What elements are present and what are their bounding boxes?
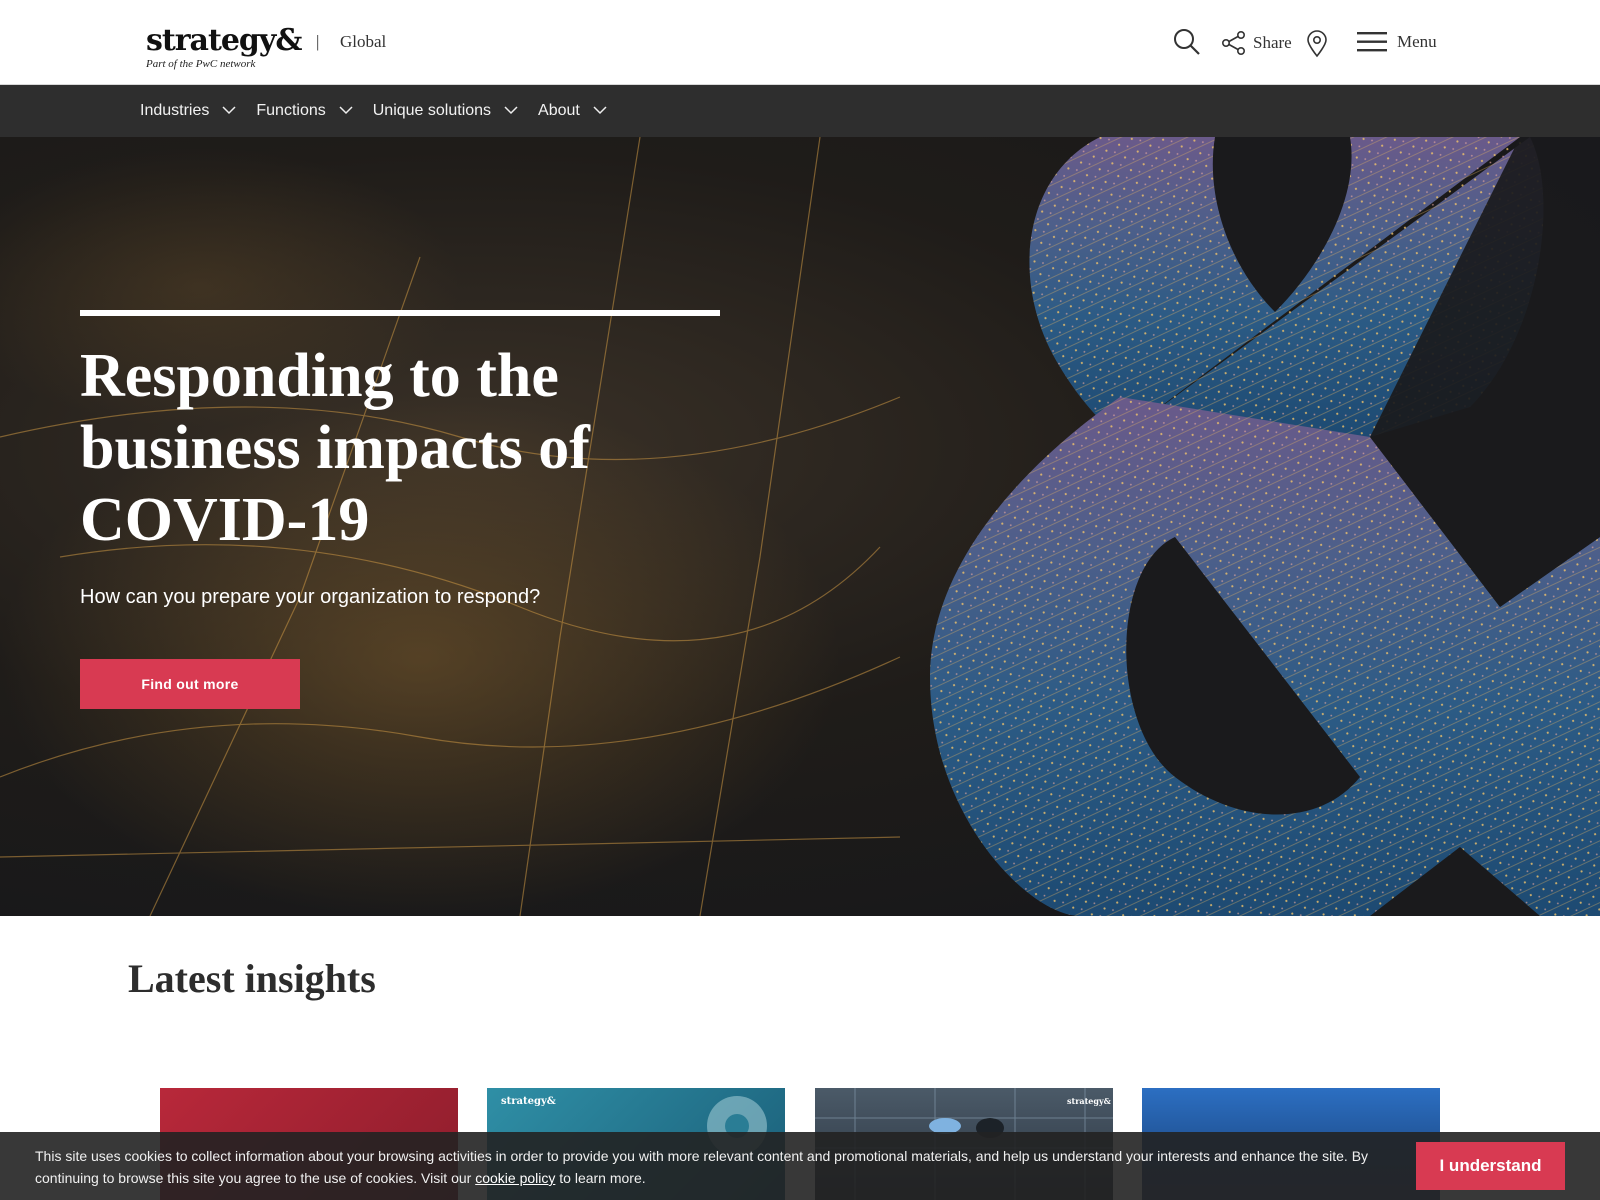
menu-label: Menu	[1397, 32, 1437, 51]
search-icon	[1173, 28, 1201, 56]
region-selector[interactable]: Global	[340, 32, 386, 52]
cookie-text-after: to learn more.	[555, 1170, 646, 1186]
nav-item-industries[interactable]: Industries	[140, 102, 236, 120]
nav-item-about[interactable]: About	[538, 102, 607, 120]
location-pin-icon	[1306, 30, 1328, 58]
chevron-down-icon	[209, 102, 236, 120]
site-header: strategy& Part of the PwC network | Glob…	[0, 0, 1600, 85]
share-button[interactable]: Share	[1221, 30, 1292, 56]
latest-insights-heading: Latest insights	[128, 956, 376, 1001]
hamburger-icon	[1357, 30, 1387, 54]
strategy-and-logo[interactable]: strategy& Part of the PwC network	[146, 23, 306, 71]
nav-item-unique-solutions[interactable]: Unique solutions	[373, 102, 518, 120]
hero-banner: Responding to the business impacts of CO…	[0, 137, 1600, 916]
logo-wordmark: strategy&	[146, 23, 302, 58]
nav-item-label: Functions	[256, 102, 326, 119]
hero-title: Responding to the business impacts of CO…	[80, 342, 590, 554]
cookie-accept-button[interactable]: I understand	[1416, 1142, 1565, 1190]
chevron-down-icon	[326, 102, 353, 120]
primary-nav: Industries Functions Unique solutions Ab…	[0, 85, 1600, 137]
find-out-more-button[interactable]: Find out more	[80, 659, 300, 709]
hero-content: Responding to the business impacts of CO…	[80, 310, 720, 709]
chevron-down-icon	[491, 102, 518, 120]
menu-button[interactable]: Menu	[1357, 30, 1437, 54]
chevron-down-icon	[580, 102, 607, 120]
location-button[interactable]	[1306, 30, 1328, 58]
search-button[interactable]	[1173, 28, 1201, 56]
nav-item-functions[interactable]: Functions	[256, 102, 353, 120]
cookie-policy-link[interactable]: cookie policy	[475, 1170, 555, 1186]
share-label: Share	[1253, 33, 1292, 52]
card-logo: strategy&	[501, 1096, 556, 1107]
share-icon	[1221, 30, 1247, 56]
hero-subtitle: How can you prepare your organization to…	[80, 586, 541, 608]
header-divider: |	[316, 32, 320, 51]
cookie-message: This site uses cookies to collect inform…	[35, 1145, 1375, 1189]
logo-tagline: Part of the PwC network	[146, 58, 256, 70]
hero-rule	[80, 310, 720, 316]
nav-item-label: Industries	[140, 102, 210, 119]
nav-item-label: About	[538, 102, 580, 119]
nav-item-label: Unique solutions	[372, 102, 492, 119]
cookie-banner: This site uses cookies to collect inform…	[0, 1132, 1600, 1200]
cookie-text-before: This site uses cookies to collect inform…	[35, 1148, 1369, 1186]
